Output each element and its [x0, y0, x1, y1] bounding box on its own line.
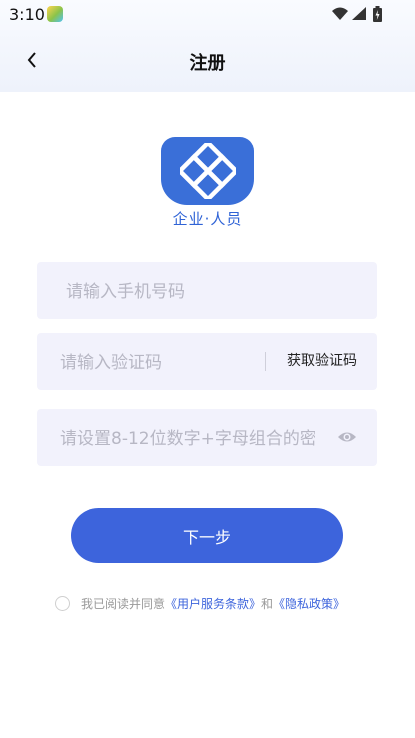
- verification-code-input[interactable]: [58, 333, 262, 392]
- privacy-link[interactable]: 《隐私政策》: [273, 595, 345, 612]
- page-title: 注册: [189, 53, 226, 74]
- app-logo: [161, 137, 254, 205]
- agreement-and: 和: [261, 596, 274, 611]
- agreement-text: 我已阅读并同意: [81, 596, 166, 611]
- logo-knot-icon: [179, 143, 236, 199]
- top-area: 3:10 注册: [0, 0, 415, 92]
- phone-input[interactable]: [64, 262, 368, 321]
- status-time: 3:10: [9, 5, 45, 24]
- phone-field: [37, 262, 377, 321]
- agreement-row: 我已阅读并同意 《用户服务条款》 和 《隐私政策》: [55, 594, 385, 612]
- notification-app-icon: [47, 6, 63, 22]
- signal-icon: [352, 7, 366, 20]
- wifi-icon: [332, 7, 348, 20]
- password-input[interactable]: [58, 409, 317, 468]
- verification-code-field: 获取验证码: [37, 333, 377, 392]
- terms-link[interactable]: 《用户服务条款》: [165, 595, 261, 612]
- logo-caption: 企业·人员: [172, 210, 243, 228]
- divider: [265, 352, 266, 371]
- eye-icon[interactable]: [337, 427, 357, 447]
- battery-icon: [373, 6, 382, 22]
- nav-bar: 注册: [0, 40, 415, 80]
- agreement-checkbox[interactable]: [55, 595, 70, 611]
- next-button[interactable]: 下一步: [71, 508, 343, 563]
- get-code-button[interactable]: 获取验证码: [287, 333, 357, 390]
- status-bar: 3:10: [0, 0, 415, 28]
- password-field: [37, 409, 377, 468]
